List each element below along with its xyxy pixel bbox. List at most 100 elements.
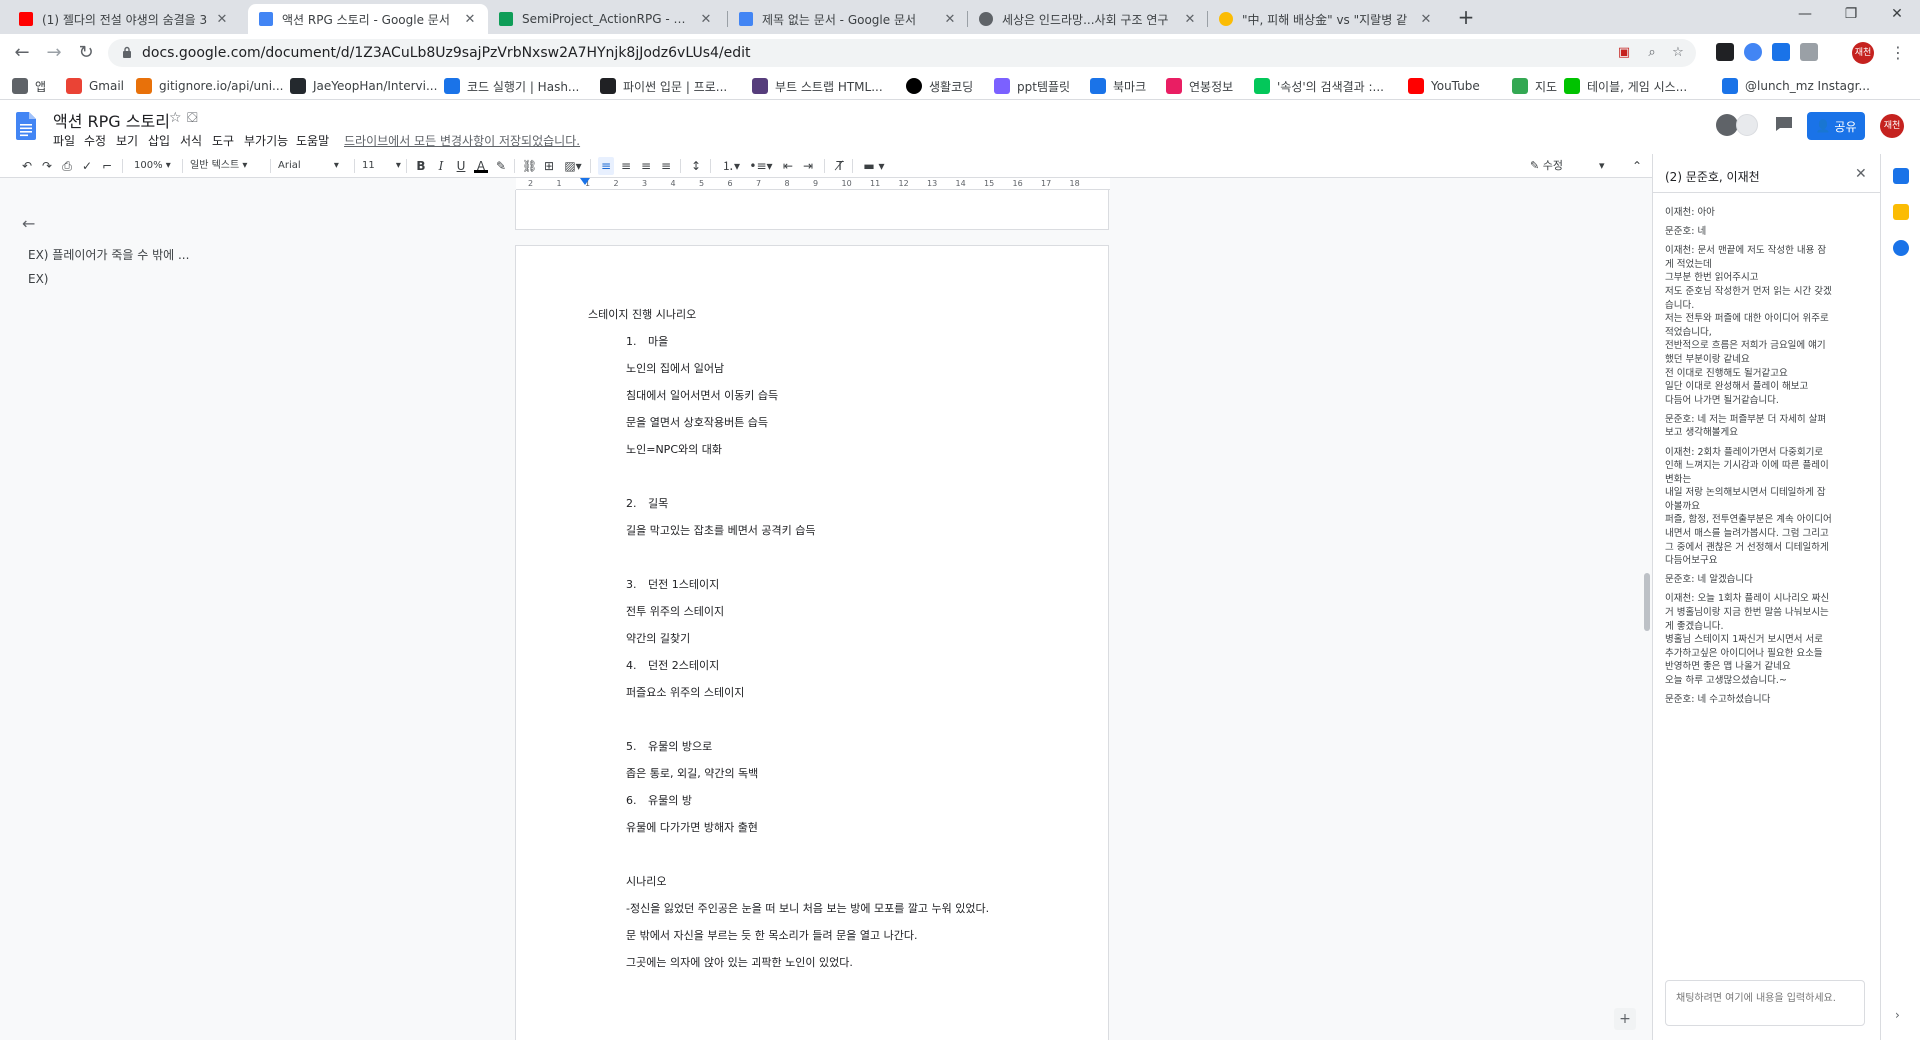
document-line[interactable]: -정신을 잃었던 주인공은 눈을 떠 보니 처음 보는 방에 모포를 깔고 누워… (626, 900, 989, 916)
highlight-icon[interactable]: ✎ (494, 157, 508, 175)
bookmark-item[interactable]: 테이블, 게임 시스... (1564, 77, 1687, 95)
bookmark-item[interactable]: 연봉정보 (1166, 77, 1233, 95)
bookmark-item[interactable]: 코드 실행기 | Hash... (444, 77, 579, 95)
close-tab-icon[interactable]: ✕ (214, 12, 230, 27)
document-line[interactable]: 노인=NPC와의 대화 (626, 441, 722, 457)
bookmark-item[interactable]: Gmail (66, 77, 124, 95)
restore-button[interactable]: ❐ (1828, 0, 1874, 30)
undo-icon[interactable]: ↶ (20, 157, 34, 175)
bookmark-item[interactable]: 파이썬 입문 | 프로... (600, 77, 727, 95)
line-spacing-icon[interactable]: ↕ (688, 157, 704, 175)
align-left-icon[interactable]: ≡ (598, 157, 614, 175)
chat-avatar-icon[interactable] (1736, 114, 1758, 136)
document-line[interactable]: 문을 열면서 상호작용버튼 습득 (626, 414, 768, 430)
bookmark-item[interactable]: @lunch_mz Instagr... (1722, 77, 1870, 95)
paint-format-icon[interactable]: ⌐ (100, 157, 114, 175)
add-comment-button[interactable]: + (1614, 1008, 1636, 1030)
document-title[interactable]: 액션 RPG 스토리 (53, 108, 170, 132)
profile-avatar[interactable]: 재천 (1852, 42, 1874, 64)
font-select[interactable]: Arial ▾ (278, 157, 348, 175)
document-line[interactable]: 전투 위주의 스테이지 (626, 603, 724, 619)
new-tab-button[interactable]: + (1454, 6, 1478, 30)
save-status[interactable]: 드라이브에서 모든 변경사항이 저장되었습니다. (344, 132, 580, 149)
ruler[interactable]: 2 1 1 2 3 4 5 6 7 8 9 10 11 12 13 14 15 16 17 18 (516, 178, 1110, 190)
increase-indent-icon[interactable]: ⇥ (800, 157, 816, 175)
bookmark-item[interactable]: 북마크 (1090, 77, 1146, 95)
extension-icon[interactable] (1772, 43, 1790, 61)
close-tab-icon[interactable]: ✕ (1418, 12, 1434, 27)
document-line[interactable]: 문 밖에서 자신을 부르는 듯 한 목소리가 들려 문을 열고 나간다. (626, 927, 917, 943)
numbered-list-item[interactable]: 3. 던전 1스테이지 (626, 576, 719, 592)
google-docs-logo-icon[interactable] (16, 112, 36, 140)
style-select[interactable]: 일반 텍스트 ▾ (190, 157, 266, 175)
bookmark-star-icon[interactable]: ☆ (1670, 45, 1686, 61)
document-line[interactable]: 유물에 다가가면 방해자 출현 (626, 819, 758, 835)
collaborator-avatar[interactable] (1716, 114, 1738, 136)
document-line[interactable]: 시나리오 (626, 873, 666, 889)
browser-tab[interactable]: SemiProject_ActionRPG - Googl ✕ (488, 4, 724, 34)
star-icon[interactable]: ☆ (169, 110, 182, 126)
bulleted-list-icon[interactable]: •≡▾ (748, 157, 774, 175)
document-canvas[interactable]: 스테이지 진행 시나리오 1. 마을 노인의 집에서 일어남 침대에서 일어서면서 이동… (250, 190, 1652, 1040)
document-line[interactable]: 스테이지 진행 시나리오 (588, 306, 696, 322)
bookmark-item[interactable]: '속성'의 검색결과 :... (1254, 77, 1384, 95)
insert-image-icon[interactable]: ▨▾ (562, 157, 584, 175)
close-outline-icon[interactable]: ← (22, 214, 35, 233)
document-page[interactable]: 스테이지 진행 시나리오 1. 마을 노인의 집에서 일어남 침대에서 일어서면서 이동… (515, 245, 1109, 1040)
bookmark-item[interactable]: 앱 (12, 77, 46, 95)
back-icon[interactable]: ← (10, 41, 34, 65)
italic-button[interactable]: I (434, 157, 448, 175)
add-comment-icon[interactable]: ⊞ (542, 157, 556, 175)
decrease-indent-icon[interactable]: ⇤ (780, 157, 796, 175)
share-button[interactable]: 👤 공유 (1807, 112, 1865, 140)
print-icon[interactable]: ⎙ (60, 157, 74, 175)
chat-input[interactable] (1665, 980, 1865, 1026)
numbered-list-item[interactable]: 5. 유물의 방으로 (626, 738, 712, 754)
font-size-select[interactable]: 11 ▾ (362, 157, 402, 175)
align-right-icon[interactable]: ≡ (638, 157, 654, 175)
menu-item[interactable]: 보기 (116, 132, 138, 149)
collapse-menu-icon[interactable]: ⌃ (1630, 157, 1644, 175)
menu-item[interactable]: 도구 (212, 132, 234, 149)
minimize-button[interactable]: — (1782, 0, 1828, 30)
document-line[interactable]: 약간의 길찾기 (626, 630, 690, 646)
address-bar[interactable]: docs.google.com/document/d/1Z3ACuLb8Uz9s… (108, 39, 1696, 67)
extension-icon[interactable] (1744, 43, 1762, 61)
align-center-icon[interactable]: ≡ (618, 157, 634, 175)
browser-tab[interactable]: 제목 없는 문서 - Google 문서 ✕ (728, 4, 968, 34)
bookmark-item[interactable]: YouTube (1408, 77, 1480, 95)
menu-item[interactable]: 도움말 (296, 132, 329, 149)
tasks-icon[interactable] (1893, 240, 1909, 256)
underline-button[interactable]: U (454, 157, 468, 175)
account-avatar[interactable]: 재천 (1880, 114, 1904, 138)
close-tab-icon[interactable]: ✕ (698, 12, 714, 27)
indent-marker[interactable] (580, 178, 590, 185)
input-tools-icon[interactable]: ▬ ▾ (860, 157, 888, 175)
bold-button[interactable]: B (414, 157, 428, 175)
outline-heading[interactable]: EX) (28, 272, 48, 286)
document-line[interactable]: 침대에서 일어서면서 이동키 습득 (626, 387, 778, 403)
keep-icon[interactable] (1893, 204, 1909, 220)
document-line[interactable]: 좁은 통로, 외길, 약간의 독백 (626, 765, 758, 781)
bookmark-item[interactable]: gitignore.io/api/uni... (136, 77, 283, 95)
browser-tab[interactable]: (1) 젤다의 전설 야생의 숨결을 3 ✕ (8, 4, 240, 34)
menu-item[interactable]: 수정 (84, 132, 106, 149)
extension-icon[interactable] (1800, 43, 1818, 61)
document-line[interactable]: 그곳에는 의자에 앉아 있는 괴팍한 노인이 있었다. (626, 954, 853, 970)
reload-icon[interactable]: ↻ (74, 41, 98, 65)
document-scrollbar[interactable] (1644, 573, 1650, 631)
redo-icon[interactable]: ↷ (40, 157, 54, 175)
editing-mode-select[interactable]: ✎ 수정 ▾ (1530, 157, 1620, 175)
bookmark-item[interactable]: 생활코딩 (906, 77, 973, 95)
browser-tab[interactable]: 액션 RPG 스토리 - Google 문서 ✕ (248, 4, 488, 34)
menu-item[interactable]: 삽입 (148, 132, 170, 149)
zoom-select[interactable]: 100% ▾ (134, 157, 178, 175)
menu-item[interactable]: 서식 (180, 132, 202, 149)
link-icon[interactable]: ⛓ (522, 157, 537, 175)
bookmark-item[interactable]: 부트 스트랩 HTML... (752, 77, 883, 95)
bookmark-item[interactable]: 지도 (1512, 77, 1557, 95)
numbered-list-item[interactable]: 6. 유물의 방 (626, 792, 692, 808)
close-tab-icon[interactable]: ✕ (1182, 12, 1198, 27)
browser-tab[interactable]: 세상은 인드라망...사회 구조 연구 ✕ (968, 4, 1208, 34)
clear-formatting-icon[interactable]: T̸ (832, 157, 848, 175)
